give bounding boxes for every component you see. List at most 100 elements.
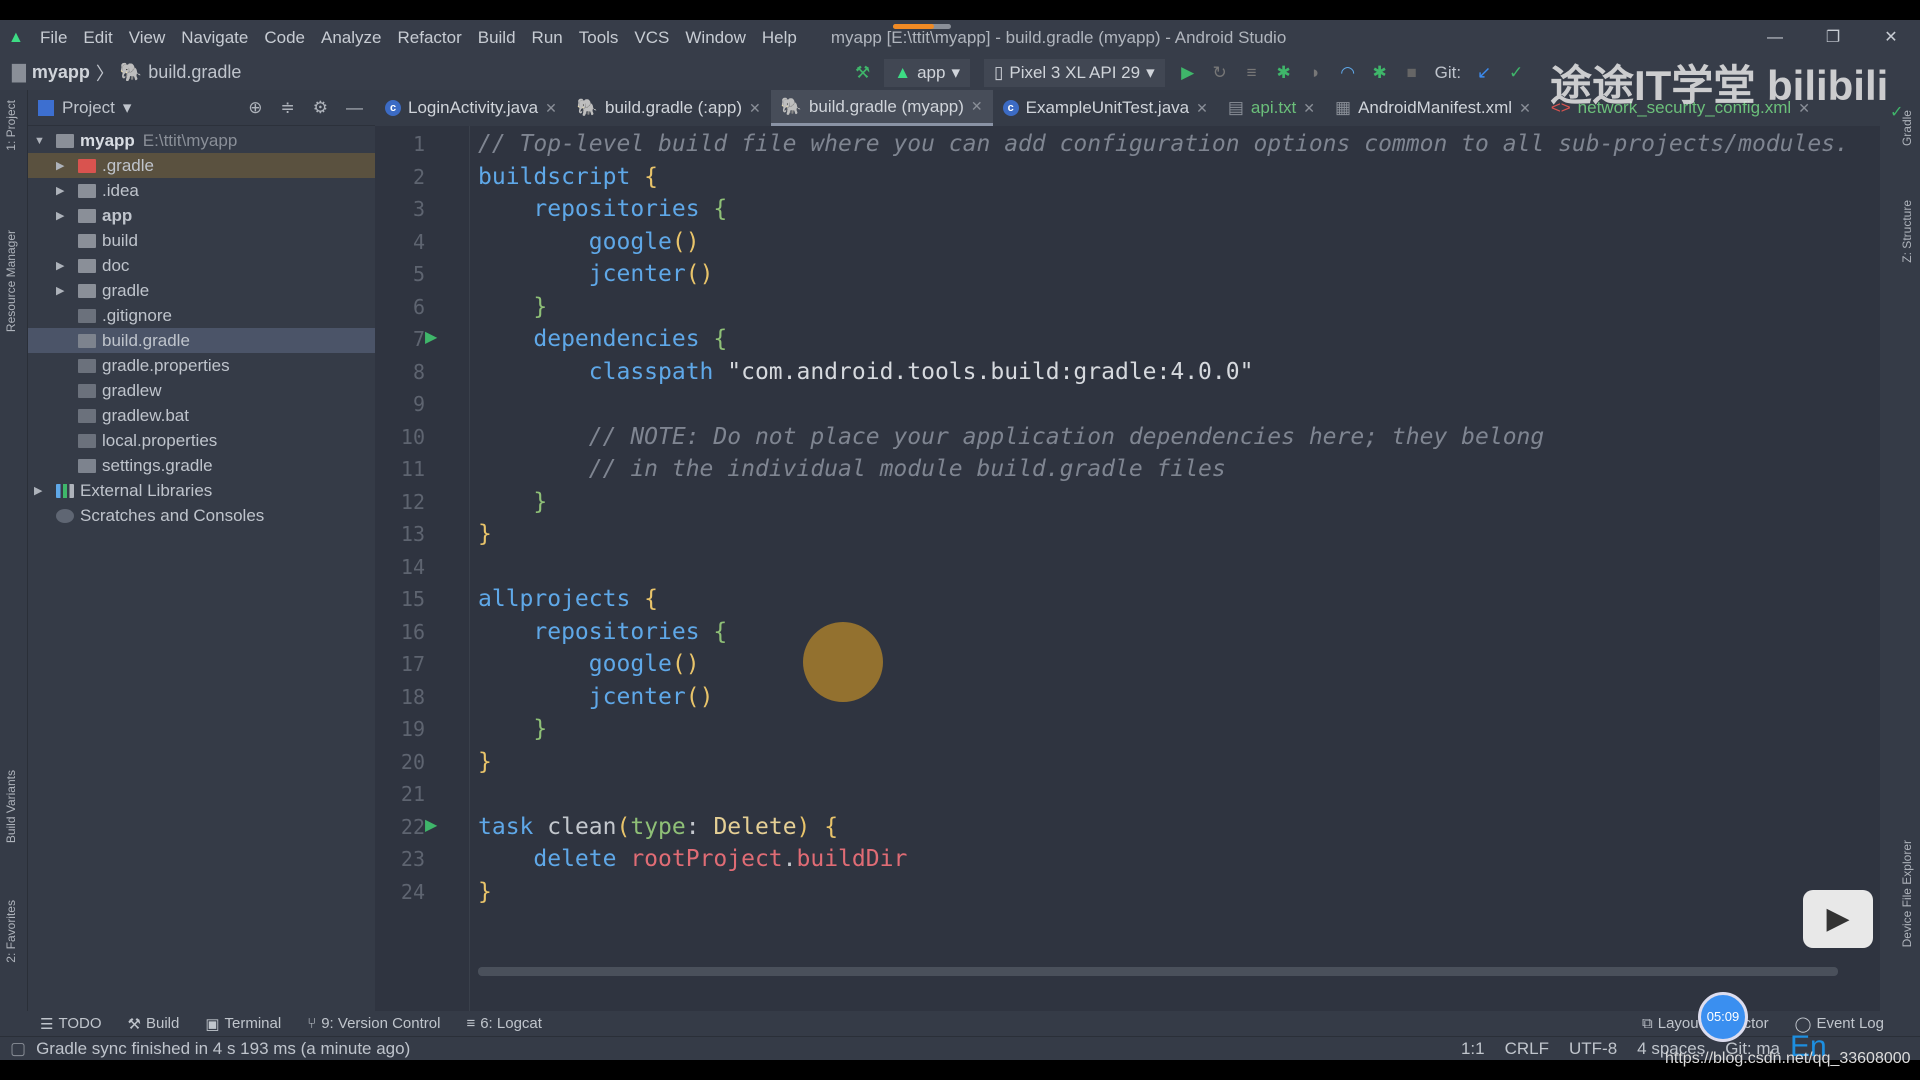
close-tab-icon[interactable]: ✕ (1303, 100, 1315, 117)
coverage-icon[interactable]: ◗ (1307, 63, 1325, 83)
menu-help[interactable]: Help (762, 28, 797, 48)
attach-debugger-icon[interactable]: ✱ (1371, 63, 1389, 83)
tool-window-terminal[interactable]: ▣ Terminal (205, 1015, 281, 1033)
horizontal-scrollbar[interactable] (478, 967, 1838, 976)
tree-item[interactable]: .gitignore (28, 303, 375, 328)
close-tab-icon[interactable]: ✕ (1519, 100, 1531, 117)
code-token: dependencies (478, 326, 714, 352)
device-select[interactable]: ▯ Pixel 3 XL API 29 ▾ (984, 58, 1165, 87)
menu-run[interactable]: Run (532, 28, 563, 48)
tree-external-libraries[interactable]: ▶ External Libraries (28, 478, 375, 503)
tool-window-6-logcat[interactable]: ≡ 6: Logcat (466, 1015, 541, 1033)
menu-navigate[interactable]: Navigate (181, 28, 248, 48)
profile-icon[interactable]: ◠ (1339, 63, 1357, 83)
menu-refactor[interactable]: Refactor (397, 28, 461, 48)
build-variants-tool-button[interactable]: Build Variants (4, 770, 18, 843)
gear-icon[interactable]: ⚙ (313, 98, 328, 118)
run-config-select[interactable]: ▲ app ▾ (884, 58, 970, 87)
close-window-button[interactable]: ✕ (1862, 20, 1920, 55)
video-play-icon[interactable]: ▶ (1803, 890, 1873, 948)
menu-code[interactable]: Code (264, 28, 305, 48)
tab-loginactivity-java[interactable]: c LoginActivity.java ✕ (375, 90, 567, 126)
tab-build-gradle-app-[interactable]: 🐘 build.gradle (:app) ✕ (567, 90, 771, 126)
menu-edit[interactable]: Edit (83, 28, 112, 48)
run-icon[interactable]: ▶ (1179, 63, 1197, 83)
close-tab-icon[interactable]: ✕ (545, 100, 557, 117)
breadcrumb-project[interactable]: myapp (32, 62, 90, 83)
apply-code-changes-icon[interactable]: ≡ (1243, 63, 1261, 83)
apply-changes-icon[interactable]: ↻ (1211, 63, 1229, 83)
breadcrumb-file[interactable]: build.gradle (148, 62, 241, 83)
resource-manager-tool-button[interactable]: Resource Manager (4, 230, 18, 332)
close-tab-icon[interactable]: ✕ (1196, 100, 1208, 117)
line-number: 12 (400, 489, 425, 514)
menu-window[interactable]: Window (685, 28, 745, 48)
code-line: google() (478, 226, 700, 258)
minimize-button[interactable]: — (1746, 20, 1804, 55)
menu-vcs[interactable]: VCS (634, 28, 669, 48)
build-hammer-icon[interactable]: ⚒ (855, 63, 870, 83)
tool-window-build[interactable]: ⚒ Build (128, 1015, 180, 1033)
caret-position[interactable]: 1:1 (1461, 1039, 1485, 1059)
project-tool-button[interactable]: 1: Project (4, 100, 18, 151)
close-tab-icon[interactable]: ✕ (749, 100, 761, 117)
line-separator[interactable]: CRLF (1505, 1039, 1549, 1059)
status-message[interactable]: Gradle sync finished in 4 s 193 ms (a mi… (36, 1039, 410, 1059)
collapsed-arrow-icon: ▶ (56, 260, 65, 272)
tree-item[interactable]: build (28, 228, 375, 253)
code-line: repositories { (478, 616, 727, 648)
tree-item[interactable]: gradle.properties (28, 353, 375, 378)
source-url-watermark: https://blog.csdn.net/qq_33608000 (1665, 1050, 1911, 1067)
run-gutter-icon[interactable]: ▶ (425, 327, 437, 347)
menu-tools[interactable]: Tools (579, 28, 619, 48)
tree-item[interactable]: gradlew (28, 378, 375, 403)
debug-icon[interactable]: ✱ (1275, 63, 1293, 83)
git-commit-icon[interactable]: ✓ (1507, 63, 1525, 83)
menu-build[interactable]: Build (478, 28, 516, 48)
menu-file[interactable]: File (40, 28, 67, 48)
file-encoding[interactable]: UTF-8 (1569, 1039, 1617, 1059)
tree-item[interactable]: ▶ .gradle (28, 153, 375, 178)
tree-root[interactable]: ▼ myapp E:\ttit\myapp (28, 128, 375, 153)
restore-button[interactable]: ❐ (1804, 20, 1862, 55)
tab-androidmanifest-xml[interactable]: ▦ AndroidManifest.xml ✕ (1325, 90, 1541, 126)
run-gutter-icon[interactable]: ▶ (425, 815, 437, 835)
tree-item[interactable]: ▶ gradle (28, 278, 375, 303)
tab-exampleunittest-java[interactable]: c ExampleUnitTest.java ✕ (993, 90, 1218, 126)
structure-tool-button[interactable]: Z: Structure (1900, 200, 1914, 263)
tree-item[interactable]: ▶ .idea (28, 178, 375, 203)
project-view-select[interactable]: Project (62, 98, 115, 118)
code-line: jcenter() (478, 681, 714, 713)
code-editor[interactable]: 1 2 3 4 5 6 7 ▶ 8 9 10 11 12 13 14 15 16 17 18 19 20 21 22 ▶ 23 2… (375, 126, 1880, 1011)
tree-label: gradlew.bat (102, 405, 189, 425)
menu-analyze[interactable]: Analyze (321, 28, 381, 48)
tab-build-gradle-myapp-[interactable]: 🐘 build.gradle (myapp) ✕ (770, 90, 993, 126)
tree-item[interactable]: build.gradle (28, 328, 375, 353)
tree-item[interactable]: gradlew.bat (28, 403, 375, 428)
tab-api-txt[interactable]: ▤ api.txt ✕ (1218, 90, 1325, 126)
menu-view[interactable]: View (129, 28, 166, 48)
device-file-explorer-button[interactable]: Device File Explorer (1900, 840, 1914, 947)
tool-window-todo[interactable]: ☰ TODO (40, 1015, 102, 1033)
line-number: 20 (400, 749, 425, 774)
tree-item[interactable]: ▶ doc (28, 253, 375, 278)
stop-icon[interactable]: ■ (1403, 63, 1421, 83)
git-update-icon[interactable]: ↙ (1475, 63, 1493, 83)
status-toggle-icon[interactable]: ▢ (10, 1039, 26, 1059)
tree-label: gradlew (102, 380, 162, 400)
gradle-tool-button[interactable]: Gradle (1900, 110, 1914, 146)
hide-icon[interactable]: — (346, 98, 363, 118)
project-panel: Project ▾ ⊕ ≑ ⚙ — ▼ myapp E:\ttit\myapp ▶ .gr… (28, 90, 375, 1011)
tree-item[interactable]: local.properties (28, 428, 375, 453)
code-token: . (782, 846, 797, 872)
collapse-all-icon[interactable]: ≑ (281, 98, 295, 118)
tree-item[interactable]: ▶ app (28, 203, 375, 228)
close-tab-icon[interactable]: ✕ (971, 98, 983, 115)
favorites-tool-button[interactable]: 2: Favorites (4, 900, 18, 963)
tree-item[interactable]: settings.gradle (28, 453, 375, 478)
tree-scratches[interactable]: Scratches and Consoles (28, 503, 375, 528)
locate-icon[interactable]: ⊕ (248, 98, 262, 118)
code-token: } (478, 878, 492, 905)
tool-window-9-version-control[interactable]: ⑂ 9: Version Control (307, 1015, 440, 1033)
code-token: Delete (713, 813, 797, 840)
